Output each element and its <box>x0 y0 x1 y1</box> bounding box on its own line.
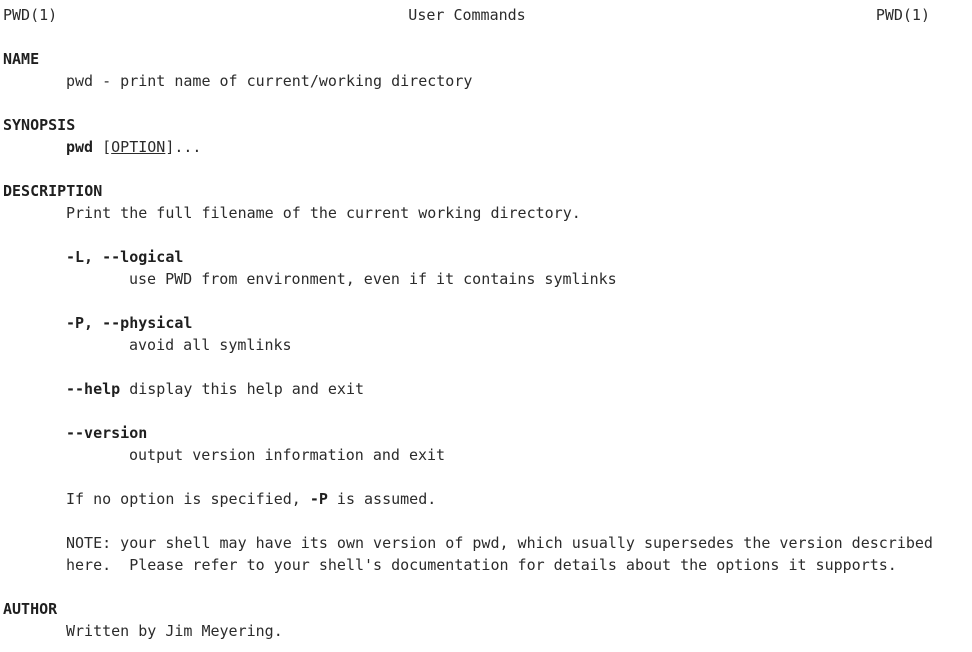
default-option-line: If no option is specified, -P is assumed… <box>66 488 436 510</box>
option-physical-desc: avoid all symlinks <box>129 336 292 354</box>
option-help: --help <box>66 380 121 398</box>
description-intro: Print the full filename of the current w… <box>66 204 581 222</box>
synopsis-command: pwd <box>66 138 94 156</box>
default-pre: If no option is specified, <box>66 490 310 508</box>
option-help-line: --help display this help and exit <box>66 378 364 400</box>
synopsis-option: OPTION <box>111 138 166 156</box>
option-physical: -P, --physical <box>66 314 193 332</box>
synopsis-open-bracket: [ <box>102 138 112 156</box>
note-line-2: here. Please refer to your shell's docum… <box>66 556 897 574</box>
header-right: PWD(1) <box>875 6 930 24</box>
option-logical-desc: use PWD from environment, even if it con… <box>129 270 617 288</box>
synopsis-line: pwd [OPTION]... <box>66 136 201 158</box>
default-post: is assumed. <box>327 490 437 508</box>
name-text: pwd - print name of current/working dire… <box>66 72 473 90</box>
synopsis-close: ]... <box>165 138 202 156</box>
name-heading: NAME <box>3 50 40 68</box>
option-help-desc: display this help and exit <box>120 380 365 398</box>
description-heading: DESCRIPTION <box>3 182 103 200</box>
option-version: --version <box>66 424 148 442</box>
author-text: Written by Jim Meyering. <box>66 622 283 640</box>
option-version-desc: output version information and exit <box>129 446 446 464</box>
header-title: User Commands <box>408 6 526 24</box>
author-heading: AUTHOR <box>3 600 58 618</box>
option-logical: -L, --logical <box>66 248 184 266</box>
note-line-1: NOTE: your shell may have its own versio… <box>66 534 933 552</box>
synopsis-heading: SYNOPSIS <box>3 116 76 134</box>
default-opt: -P <box>309 490 328 508</box>
